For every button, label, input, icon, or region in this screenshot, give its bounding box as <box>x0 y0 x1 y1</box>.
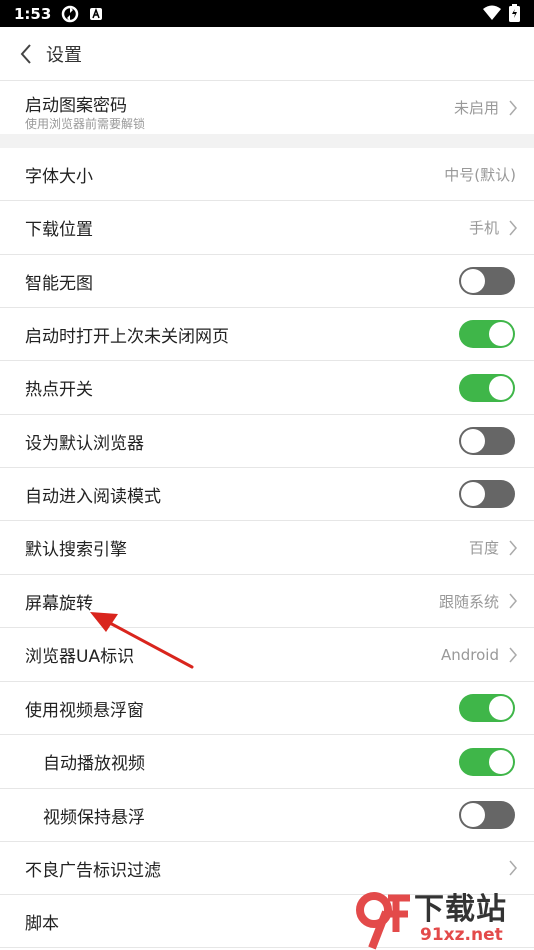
setting-row-screen-rotation[interactable]: 屏幕旋转 跟随系统 <box>0 575 534 628</box>
toggle-switch[interactable] <box>459 373 515 402</box>
toggle-knob <box>489 749 513 774</box>
setting-label: 自动进入阅读模式 <box>25 486 161 507</box>
setting-row-keep-floating[interactable]: 视频保持悬浮 <box>0 789 534 842</box>
setting-row-smart-no-image[interactable]: 智能无图 <box>0 255 534 308</box>
toggle-knob <box>489 696 513 720</box>
toggle-switch[interactable] <box>459 801 515 829</box>
setting-sublabel: 使用浏览器前需要解锁 <box>25 117 146 131</box>
toggle-switch[interactable] <box>459 694 515 722</box>
a-notification-icon <box>89 7 103 21</box>
setting-row-autoplay-video[interactable]: 自动播放视频 <box>0 735 534 789</box>
setting-row-restore-pages[interactable]: 启动时打开上次未关闭网页 <box>0 308 534 361</box>
sync-icon <box>61 5 79 23</box>
toggle-switch[interactable] <box>459 267 515 295</box>
toggle-knob <box>461 803 485 827</box>
setting-row-default-browser[interactable]: 设为默认浏览器 <box>0 415 534 468</box>
chevron-right-icon <box>509 593 517 609</box>
setting-value: 未启用 <box>453 99 499 117</box>
setting-label: 启动图案密码 <box>25 96 127 116</box>
toggle-switch[interactable] <box>459 747 515 776</box>
toggle-switch[interactable] <box>459 480 515 508</box>
toggle-knob <box>489 375 513 400</box>
toggle-knob <box>489 322 513 346</box>
setting-label: 启动时打开上次未关闭网页 <box>25 326 229 347</box>
setting-label: 字体大小 <box>25 166 93 187</box>
setting-value: 跟随系统 <box>438 592 499 611</box>
wifi-icon <box>483 5 501 25</box>
section-divider <box>0 134 534 148</box>
setting-row-reading-mode[interactable]: 自动进入阅读模式 <box>0 468 534 521</box>
setting-value: 中号(默认) <box>444 165 516 184</box>
chevron-left-icon <box>20 43 31 64</box>
setting-label: 屏幕旋转 <box>25 593 93 614</box>
setting-value: Android <box>441 645 499 664</box>
setting-row-user-agent[interactable]: 浏览器UA标识 Android <box>0 628 534 682</box>
chevron-right-icon <box>509 860 517 876</box>
setting-label: 不良广告标识过滤 <box>25 860 161 881</box>
setting-label: 使用视频悬浮窗 <box>25 700 144 721</box>
watermark-logo: 下载站 91xz.net <box>352 890 530 950</box>
setting-label: 设为默认浏览器 <box>25 433 144 454</box>
setting-label: 视频保持悬浮 <box>43 807 145 828</box>
status-bar: 1:53 <box>0 0 534 27</box>
setting-label: 脚本 <box>25 913 59 934</box>
chevron-right-icon <box>509 647 517 662</box>
toggle-knob <box>461 482 485 506</box>
setting-value: 百度 <box>468 539 499 557</box>
toggle-knob <box>461 429 485 453</box>
setting-row-pattern-password[interactable]: 启动图案密码 使用浏览器前需要解锁 未启用 <box>0 81 534 134</box>
chevron-right-icon <box>509 540 517 555</box>
status-time: 1:53 <box>14 4 52 23</box>
setting-label: 下载位置 <box>25 220 93 240</box>
toggle-knob <box>461 269 485 293</box>
setting-label: 默认搜索引擎 <box>25 540 127 560</box>
setting-row-video-floating[interactable]: 使用视频悬浮窗 <box>0 682 534 735</box>
setting-label: 浏览器UA标识 <box>25 647 135 667</box>
setting-label: 热点开关 <box>25 380 93 400</box>
chevron-right-icon <box>509 220 517 235</box>
chevron-right-icon <box>509 100 517 115</box>
watermark-title: 下载站 <box>414 892 507 927</box>
watermark-9f-icon <box>356 892 410 950</box>
setting-value: 手机 <box>468 219 499 237</box>
app-header: 设置 <box>0 27 534 81</box>
battery-icon <box>509 4 520 26</box>
setting-label: 自动播放视频 <box>43 754 145 774</box>
setting-row-search-engine[interactable]: 默认搜索引擎 百度 <box>0 521 534 575</box>
setting-row-font-size[interactable]: 字体大小 中号(默认) <box>0 148 534 201</box>
watermark-url: 91xz.net <box>420 925 503 945</box>
back-button[interactable] <box>6 27 46 80</box>
toggle-switch[interactable] <box>459 427 515 455</box>
page-title: 设置 <box>46 44 82 66</box>
setting-row-hotspot[interactable]: 热点开关 <box>0 361 534 415</box>
setting-label: 智能无图 <box>25 273 93 294</box>
setting-row-download-location[interactable]: 下载位置 手机 <box>0 201 534 255</box>
toggle-switch[interactable] <box>459 320 515 348</box>
